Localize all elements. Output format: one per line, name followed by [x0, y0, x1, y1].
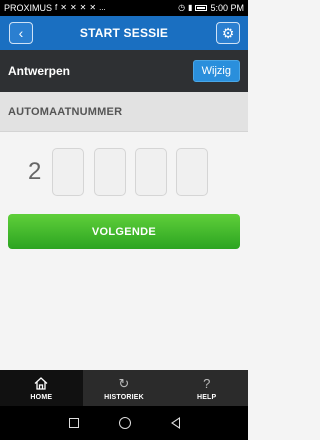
- digit-input-3[interactable]: [135, 148, 167, 196]
- carrier-label: PROXIMUS: [4, 3, 53, 13]
- recent-apps-icon[interactable]: [68, 418, 79, 428]
- gear-icon: ⚙: [221, 25, 235, 41]
- digit-input-1[interactable]: [52, 148, 84, 196]
- bottom-tab-bar: HOME ↻ HISTORIEK ? HELP: [0, 370, 248, 406]
- status-time: 5:00 PM: [210, 3, 244, 13]
- help-icon: ?: [203, 375, 211, 391]
- history-icon: ↻: [118, 375, 130, 391]
- notification-icon: ✕: [89, 3, 97, 12]
- battery-icon: [195, 5, 208, 11]
- settings-button[interactable]: ⚙: [216, 22, 240, 44]
- change-location-button[interactable]: Wijzig: [192, 60, 240, 82]
- back-button[interactable]: ‹: [9, 22, 33, 44]
- digit-input-4[interactable]: [176, 148, 208, 196]
- tab-history[interactable]: ↻ HISTORIEK: [83, 370, 166, 406]
- tab-history-label: HISTORIEK: [104, 393, 144, 401]
- status-bar: PROXIMUS f ✕ ✕ ✕ ✕ ... ◷ ▮ 5:00 PM: [0, 0, 248, 16]
- digit-input-2[interactable]: [94, 148, 126, 196]
- system-nav-bar: [0, 406, 248, 440]
- signal-icon: ▮: [188, 3, 193, 12]
- home-icon: [34, 376, 48, 392]
- more-notifications-label: ...: [99, 3, 106, 12]
- tab-home[interactable]: HOME: [0, 370, 83, 406]
- notification-icon: ✕: [60, 3, 67, 12]
- location-name: Antwerpen: [8, 64, 71, 78]
- back-triangle-icon[interactable]: [170, 417, 180, 429]
- alarm-icon: ◷: [178, 3, 186, 12]
- section-header: AUTOMAATNUMMER: [0, 92, 248, 132]
- next-button[interactable]: VOLGENDE: [8, 214, 240, 249]
- page-title: START SESSIE: [79, 26, 169, 40]
- notification-icon: ✕: [69, 3, 77, 12]
- back-arrow-icon: ‹: [18, 25, 24, 41]
- notification-icon: ✕: [79, 3, 87, 12]
- app-header: ‹ START SESSIE ⚙: [0, 16, 248, 50]
- home-button-icon[interactable]: [118, 417, 131, 429]
- tab-help[interactable]: ? HELP: [165, 370, 248, 406]
- machine-number-input: 2: [0, 148, 248, 198]
- location-bar: Antwerpen Wijzig: [0, 50, 248, 92]
- section-title: AUTOMAATNUMMER: [8, 105, 123, 118]
- tab-help-label: HELP: [196, 393, 217, 401]
- facebook-icon: f: [55, 3, 58, 12]
- tab-home-label: HOME: [30, 393, 53, 401]
- digit-prefix: 2: [28, 158, 42, 185]
